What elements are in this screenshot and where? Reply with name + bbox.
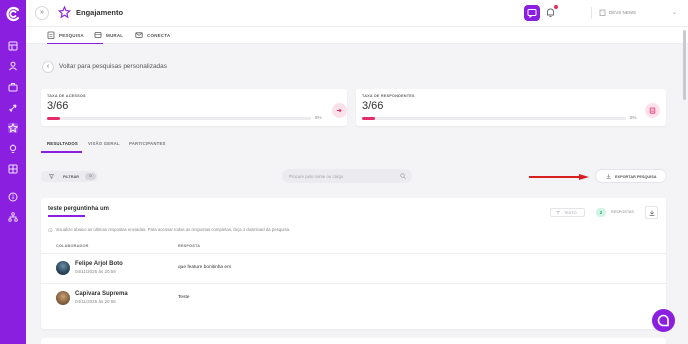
search-input[interactable]: Procure pelo nome ou cargo xyxy=(282,169,412,183)
download-icon xyxy=(649,210,655,216)
chat-button[interactable] xyxy=(524,5,540,21)
back-link[interactable]: Voltar para pesquisas personalizadas xyxy=(59,63,167,70)
search-icon[interactable] xyxy=(400,173,406,179)
question-type-label: TEXTO xyxy=(564,211,577,215)
avatar xyxy=(56,291,70,305)
info-icon xyxy=(48,227,53,232)
export-survey-button[interactable]: EXPORTAR PESQUISA xyxy=(595,169,667,183)
login-icon xyxy=(332,103,347,118)
support-chat-button[interactable] xyxy=(652,309,675,332)
grid-icon[interactable] xyxy=(8,164,18,174)
filter-button[interactable]: FILTRAR 0 xyxy=(41,171,98,182)
info-message: Visualize abaixo as últimas respostas en… xyxy=(48,227,290,232)
main-content: ‹ Voltar para pesquisas personalizadas T… xyxy=(26,45,681,344)
help-icon[interactable] xyxy=(8,192,18,202)
tab-conecta[interactable]: CONECTA xyxy=(135,30,180,44)
respondent-name: Capivara Suprema xyxy=(75,291,128,297)
filter-label: FILTRAR xyxy=(63,174,79,179)
tab-participantes[interactable]: PARTICIPANTES xyxy=(129,141,166,146)
clipboard-icon xyxy=(645,103,660,118)
title-underline xyxy=(48,215,85,217)
response-date: 04/11/2025 às 20:56 xyxy=(75,299,116,304)
column-header-resposta: RESPOSTA xyxy=(178,244,201,248)
expand-sidebar-button[interactable]: » xyxy=(35,6,49,20)
briefcase-icon[interactable] xyxy=(8,82,18,92)
stat-value: 3/66 xyxy=(47,100,69,112)
people-icon[interactable] xyxy=(8,61,18,71)
sidebar xyxy=(0,0,26,344)
progress-bar xyxy=(362,117,626,120)
download-button[interactable] xyxy=(645,206,658,219)
tab-label: PESQUISA xyxy=(59,33,84,38)
tab-label: CONECTA xyxy=(147,33,171,38)
building-icon xyxy=(599,9,606,16)
tab-mural[interactable]: MURAL xyxy=(94,30,134,44)
star-icon[interactable] xyxy=(8,123,18,133)
back-button[interactable]: ‹ xyxy=(42,61,54,73)
response-date: 04/11/2025 às 20:59 xyxy=(75,269,116,274)
avatar xyxy=(56,261,70,275)
divider xyxy=(591,7,592,19)
active-tab-indicator xyxy=(41,151,82,153)
tab-label: MURAL xyxy=(106,33,124,38)
rocket-icon[interactable] xyxy=(8,103,18,113)
stat-label: TAXA DE ACESSOS xyxy=(47,94,86,98)
respondent-name: Felipe Arjol Boto xyxy=(75,261,123,267)
text-icon xyxy=(556,211,560,215)
network-icon[interactable] xyxy=(8,212,18,222)
info-text: Visualize abaixo as últimas respostas en… xyxy=(55,227,291,232)
scrollbar[interactable] xyxy=(683,30,686,100)
divider xyxy=(41,283,666,284)
filter-icon xyxy=(49,174,54,179)
column-header-colaborador: COLABORADOR xyxy=(56,244,89,248)
megaphone-icon xyxy=(94,32,102,38)
module-tabs: PESQUISA MURAL CONECTA xyxy=(26,27,688,44)
red-arrow-icon xyxy=(529,174,589,180)
respondent-rate-card: TAXA DE RESPONDENTES 3/66 5% xyxy=(356,89,666,126)
response-text: que feature bonitinha em xyxy=(178,265,232,270)
export-label: EXPORTAR PESQUISA xyxy=(615,174,657,179)
page-title: Engajamento xyxy=(76,8,124,17)
tab-visao-geral[interactable]: VISÃO GERAL xyxy=(88,141,120,146)
brand-logo-icon[interactable] xyxy=(5,6,21,22)
stat-percent: 5% xyxy=(630,115,637,120)
notification-badge xyxy=(554,5,558,9)
progress-fill xyxy=(362,117,375,120)
chevron-down-icon[interactable]: ⌄ xyxy=(672,9,677,16)
next-question-card xyxy=(41,338,666,344)
search-placeholder: Procure pelo nome ou cargo xyxy=(289,173,344,179)
top-bar: » Engajamento DEVS NEWS ⌄ xyxy=(26,0,688,27)
chat-icon xyxy=(527,9,537,18)
question-title: teste perguntinha um xyxy=(48,206,110,212)
org-name[interactable]: DEVS NEWS xyxy=(609,10,636,15)
question-card: teste perguntinha um TEXTO 2 RESPOSTAS V… xyxy=(41,198,666,329)
access-rate-card: TAXA DE ACESSOS 3/66 5% xyxy=(41,89,347,126)
response-count-badge: 2 xyxy=(596,208,606,217)
filter-count-badge: 0 xyxy=(85,173,96,180)
mail-icon xyxy=(135,32,143,38)
dashboard-icon[interactable] xyxy=(8,41,18,51)
response-count-label: RESPOSTAS xyxy=(611,210,634,214)
download-icon xyxy=(606,174,611,179)
chat-icon xyxy=(657,314,669,327)
question-type-badge: TEXTO xyxy=(550,208,585,217)
clipboard-icon xyxy=(47,31,55,39)
lightbulb-icon[interactable] xyxy=(8,144,18,154)
progress-bar xyxy=(47,117,311,120)
divider xyxy=(41,253,666,254)
stat-percent: 5% xyxy=(315,115,322,120)
stat-label: TAXA DE RESPONDENTES xyxy=(362,94,415,98)
star-icon xyxy=(58,6,71,19)
stat-value: 3/66 xyxy=(362,100,384,112)
tab-resultados[interactable]: RESULTADOS xyxy=(47,141,78,146)
response-text: Teste xyxy=(178,295,190,300)
progress-fill xyxy=(47,117,60,120)
